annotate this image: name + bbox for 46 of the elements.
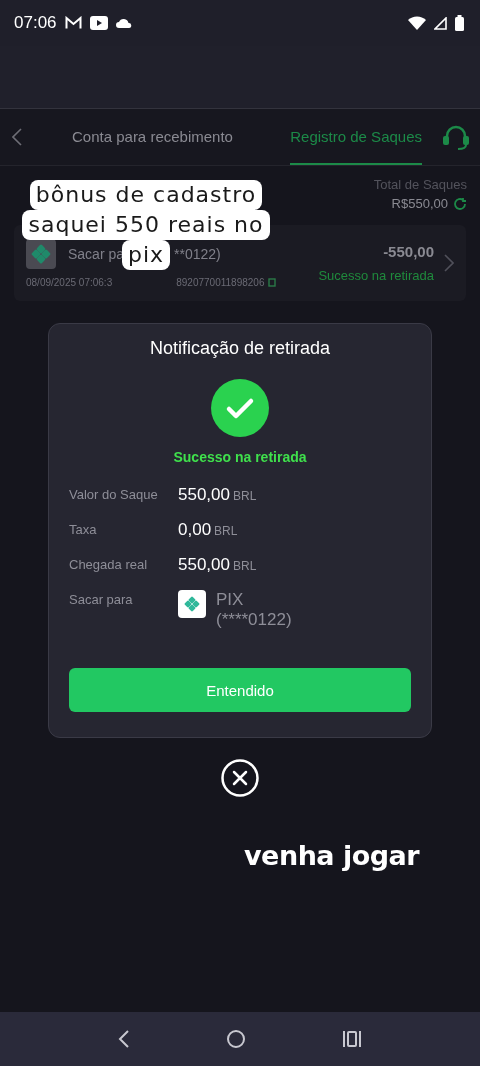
play-icon: [89, 16, 108, 30]
recent-apps-icon[interactable]: [342, 1030, 362, 1048]
currency-label: BRL: [214, 524, 238, 538]
pix-logo-icon: [178, 590, 206, 618]
detail-value: 550,00: [178, 485, 230, 505]
record-account: **0122): [174, 245, 221, 262]
record-status: Sucesso na retirada: [318, 268, 434, 283]
total-label: Total de Saques: [373, 177, 467, 192]
record-amount: -550,00: [383, 243, 434, 260]
order-id: 8920770011898206: [176, 276, 265, 288]
refresh-icon[interactable]: [453, 196, 467, 211]
mail-icon: [64, 16, 82, 30]
method-name: PIX: [216, 590, 245, 610]
clock: 07:06: [14, 13, 57, 33]
tab[interactable]: Registro de Saques: [290, 109, 422, 165]
caption-overlay: pix: [121, 240, 171, 270]
close-icon[interactable]: [221, 759, 259, 797]
tab[interactable]: Conta para recebimento: [72, 109, 233, 165]
total-amount: R$550,00: [391, 196, 448, 211]
detail-value: 550,00: [178, 555, 230, 575]
record-datetime: 08/09/2025 07:06:3: [26, 276, 113, 288]
account-number: (****0122): [216, 610, 292, 630]
home-icon[interactable]: [226, 1029, 246, 1049]
cloud-icon: [115, 18, 132, 28]
caption: venha jogar: [244, 840, 420, 871]
detail-value: 0,00: [178, 520, 212, 540]
wifi-icon: [408, 16, 426, 30]
battery-icon: [455, 15, 464, 31]
chevron-right-icon: [444, 254, 454, 272]
back-nav-icon[interactable]: [118, 1029, 130, 1049]
success-status: Sucesso na retirada: [173, 449, 307, 465]
currency-label: BRL: [233, 559, 257, 573]
caption-overlay: saquei 550 reais no: [22, 210, 270, 240]
headset-icon[interactable]: [442, 124, 470, 150]
detail-label: Sacar para: [69, 591, 134, 607]
detail-label: Valor do Saque: [69, 486, 159, 502]
copy-icon[interactable]: [268, 277, 278, 287]
pix-logo-icon: [26, 238, 56, 269]
detail-label: Taxa: [69, 521, 98, 537]
signal-icon: [434, 16, 447, 30]
detail-label: Chegada real: [69, 556, 149, 572]
currency-label: BRL: [233, 489, 257, 503]
success-check-icon: [211, 379, 269, 437]
caption-overlay: bônus de cadastro: [29, 180, 263, 210]
modal-title: Notificação de retirada: [149, 338, 331, 359]
back-icon[interactable]: [12, 128, 22, 146]
